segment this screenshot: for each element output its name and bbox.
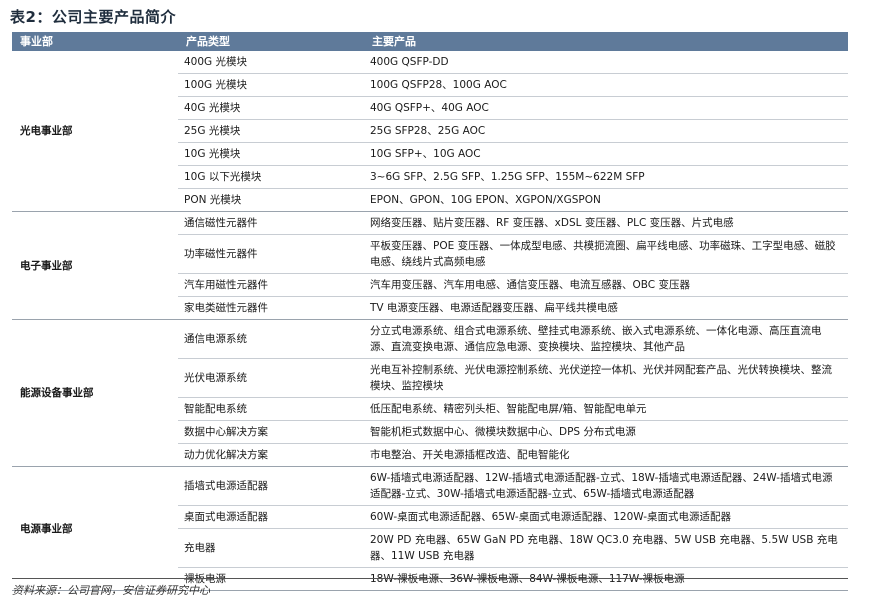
main-products-cell: EPON、GPON、10G EPON、XGPON/XGSPON: [364, 188, 848, 212]
main-products-cell: 智能机柜式数据中心、微模块数据中心、DPS 分布式电源: [364, 420, 848, 444]
division-cell: 能源设备事业部: [12, 319, 178, 467]
table-row: 电源事业部 插墙式电源适配器 6W-插墙式电源适配器、12W-插墙式电源适配器-…: [12, 466, 848, 591]
product-type-cell: 10G 以下光模块: [178, 165, 364, 189]
table-row: 光电事业部 400G 光模块 400G QSFP-DD: [12, 51, 848, 212]
main-products-cell: TV 电源变压器、电源适配器变压器、扁平线共模电感: [364, 296, 848, 320]
product-type-cell: 汽车用磁性元器件: [178, 273, 364, 297]
product-type-cell: 通信磁性元器件: [178, 211, 364, 235]
main-products-cell: 低压配电系统、精密列头柜、智能配电屏/箱、智能配电单元: [364, 397, 848, 421]
division-cell: 电源事业部: [12, 466, 178, 591]
product-type-cell: 智能配电系统: [178, 397, 364, 421]
main-products-cell: 40G QSFP+、40G AOC: [364, 96, 848, 120]
product-type-cell: 10G 光模块: [178, 142, 364, 166]
product-type-cell: 100G 光模块: [178, 73, 364, 97]
source-note: 资料来源：公司官网，安信证券研究中心: [12, 584, 210, 597]
table-title: 表2：公司主要产品简介: [10, 8, 176, 26]
division-cell: 光电事业部: [12, 51, 178, 212]
main-products-cell: 25G SFP28、25G AOC: [364, 119, 848, 143]
table-header-row: 事业部 产品类型 主要产品: [12, 32, 848, 51]
product-table: 事业部 产品类型 主要产品 光电事业部 400G 光模块 400G QSFP-D…: [12, 32, 848, 591]
product-type-cell: 插墙式电源适配器: [178, 466, 364, 506]
main-products-cell: 市电整治、开关电源插框改造、配电智能化: [364, 443, 848, 467]
main-products-cell: 分立式电源系统、组合式电源系统、壁挂式电源系统、嵌入式电源系统、一体化电源、高压…: [364, 319, 848, 359]
product-type-cell: 数据中心解决方案: [178, 420, 364, 444]
main-products-cell: 100G QSFP28、100G AOC: [364, 73, 848, 97]
main-products-cell: 20W PD 充电器、65W GaN PD 充电器、18W QC3.0 充电器、…: [364, 528, 848, 568]
product-type-cell: 400G 光模块: [178, 51, 364, 74]
product-type-cell: 家电类磁性元器件: [178, 296, 364, 320]
main-products-cell: 6W-插墙式电源适配器、12W-插墙式电源适配器-立式、18W-插墙式电源适配器…: [364, 466, 848, 506]
table-row: 能源设备事业部 通信电源系统 分立式电源系统、组合式电源系统、壁挂式电源系统、嵌…: [12, 319, 848, 467]
header-main-products: 主要产品: [364, 32, 848, 51]
product-type-cell: 40G 光模块: [178, 96, 364, 120]
header-division: 事业部: [12, 32, 178, 51]
header-product-type: 产品类型: [178, 32, 364, 51]
source-divider: [12, 578, 848, 579]
main-products-cell: 光电互补控制系统、光伏电源控制系统、光伏逆控一体机、光伏并网配套产品、光伏转换模…: [364, 358, 848, 398]
product-type-cell: PON 光模块: [178, 188, 364, 212]
main-products-cell: 60W-桌面式电源适配器、65W-桌面式电源适配器、120W-桌面式电源适配器: [364, 505, 848, 529]
main-products-cell: 3~6G SFP、2.5G SFP、1.25G SFP、155M~622M SF…: [364, 165, 848, 189]
main-products-cell: 平板变压器、POE 变压器、一体成型电感、共模扼流圈、扁平线电感、功率磁珠、工字…: [364, 234, 848, 274]
product-type-cell: 25G 光模块: [178, 119, 364, 143]
product-type-cell: 桌面式电源适配器: [178, 505, 364, 529]
product-type-cell: 通信电源系统: [178, 319, 364, 359]
product-type-cell: 充电器: [178, 528, 364, 568]
main-products-cell: 10G SFP+、10G AOC: [364, 142, 848, 166]
division-cell: 电子事业部: [12, 211, 178, 320]
main-products-cell: 汽车用变压器、汽车用电感、通信变压器、电流互感器、OBC 变压器: [364, 273, 848, 297]
main-products-cell: 400G QSFP-DD: [364, 51, 848, 74]
product-type-cell: 动力优化解决方案: [178, 443, 364, 467]
product-type-cell: 功率磁性元器件: [178, 234, 364, 274]
main-products-cell: 18W-裸板电源、36W-裸板电源、84W-裸板电源、117W-裸板电源: [364, 567, 848, 591]
table-row: 电子事业部 通信磁性元器件 网络变压器、贴片变压器、RF 变压器、xDSL 变压…: [12, 211, 848, 320]
main-products-cell: 网络变压器、贴片变压器、RF 变压器、xDSL 变压器、PLC 变压器、片式电感: [364, 211, 848, 235]
table-body: 光电事业部 400G 光模块 400G QSFP-DD 100G 光模块 100…: [12, 51, 848, 591]
product-type-cell: 光伏电源系统: [178, 358, 364, 398]
